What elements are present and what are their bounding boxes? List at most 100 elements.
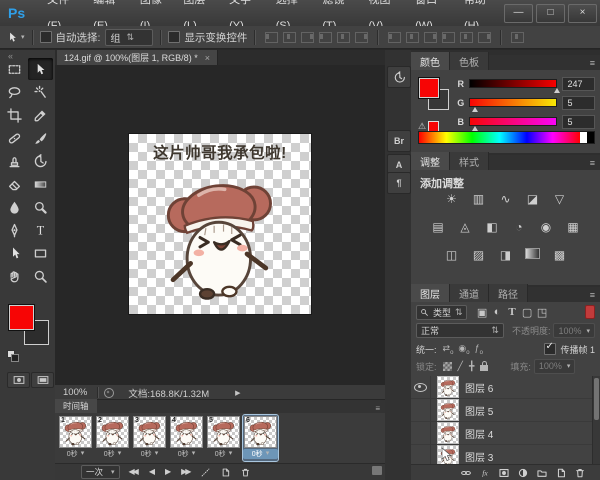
blur-tool[interactable]: [2, 196, 27, 218]
channel-value[interactable]: 5: [562, 114, 595, 129]
link-icon[interactable]: [460, 467, 472, 479]
default-colors-icon[interactable]: [7, 350, 19, 362]
hand-tool[interactable]: [2, 265, 27, 287]
panel-menu-icon[interactable]: ≡: [375, 404, 385, 413]
gradient-map-icon[interactable]: [524, 248, 541, 262]
selective-color-icon[interactable]: ▩: [551, 248, 568, 262]
zoom-tool[interactable]: [28, 265, 53, 287]
adjustments-tab[interactable]: 调整: [411, 152, 450, 170]
panel-menu-icon[interactable]: ≡: [590, 290, 600, 302]
curves-icon[interactable]: ∿: [497, 192, 514, 206]
eraser-tool[interactable]: [2, 173, 27, 195]
first-frame-button[interactable]: ◀◀: [129, 467, 139, 477]
lasso-tool[interactable]: [2, 81, 27, 103]
filter-toggle[interactable]: [585, 305, 595, 319]
hue-saturation-icon[interactable]: ▤: [430, 220, 447, 234]
foreground-color-swatch[interactable]: [418, 77, 440, 99]
layer-name[interactable]: 图层 3: [465, 449, 493, 464]
magic-wand-tool[interactable]: [28, 81, 53, 103]
mask-icon[interactable]: [498, 467, 510, 479]
frame-duration[interactable]: 0秒 ▾: [243, 449, 278, 459]
black-white-icon[interactable]: ◧: [484, 220, 501, 234]
foreground-color-swatch[interactable]: [8, 304, 35, 331]
layer-row[interactable]: 图层 5: [411, 399, 593, 422]
unify-position-icon[interactable]: ⇄o: [443, 343, 454, 356]
layer-thumbnail[interactable]: [437, 422, 459, 444]
unify-visibility-icon[interactable]: ◉o: [458, 343, 469, 356]
dodge-tool[interactable]: [28, 196, 53, 218]
next-frame-button[interactable]: ▶▶: [181, 467, 191, 477]
layer-row[interactable]: 图层 4: [411, 422, 593, 445]
screen-mode-button[interactable]: [31, 372, 54, 388]
exposure-icon[interactable]: ◪: [524, 192, 541, 206]
canvas[interactable]: 这片帅哥我承包啦!: [129, 134, 311, 314]
frame-duration[interactable]: 0秒 ▾: [206, 449, 241, 459]
delete-icon[interactable]: [574, 467, 586, 479]
eyedropper-tool[interactable]: [28, 104, 53, 126]
layer-row[interactable]: 图层 6: [411, 376, 593, 399]
new-layer-icon[interactable]: [555, 467, 567, 479]
healing-brush-tool[interactable]: [2, 127, 27, 149]
tab-close-icon[interactable]: ×: [205, 53, 210, 63]
adjustment-icon[interactable]: [517, 467, 529, 479]
path-selection-tool[interactable]: [2, 242, 27, 264]
channel-slider[interactable]: [469, 117, 558, 131]
adjustment-layer-filter-icon[interactable]: ◐: [490, 306, 505, 319]
type-layer-filter-icon[interactable]: T: [505, 306, 520, 319]
smart-object-filter-icon[interactable]: ◳: [535, 306, 550, 319]
brush-tool[interactable]: [28, 127, 53, 149]
layer-thumbnail[interactable]: [437, 376, 459, 398]
panel-menu-icon[interactable]: ≡: [590, 158, 600, 170]
panel-menu-icon[interactable]: ≡: [590, 58, 600, 70]
layers-tab[interactable]: 路径: [489, 284, 528, 302]
animation-frame-6[interactable]: 6 0秒 ▾: [242, 414, 279, 462]
move-tool[interactable]: [28, 58, 53, 80]
toolbar-collapse-chevron[interactable]: «: [8, 51, 13, 61]
paragraph-panel-icon[interactable]: ¶: [387, 172, 411, 194]
mini-bridge-panel-icon[interactable]: Br: [387, 130, 411, 152]
rectangle-shape-tool[interactable]: [28, 242, 53, 264]
group-icon[interactable]: [536, 467, 548, 479]
frame-thumbnail[interactable]: 3: [133, 416, 166, 448]
shape-layer-filter-icon[interactable]: ▢: [520, 306, 535, 319]
gradient-tool[interactable]: [28, 173, 53, 195]
layer-name[interactable]: 图层 4: [465, 426, 493, 441]
visibility-toggle[interactable]: [411, 376, 431, 398]
minimize-button[interactable]: —: [504, 3, 533, 23]
status-flyout-arrow[interactable]: ▶: [235, 389, 240, 397]
frame-duration[interactable]: 0秒 ▾: [58, 449, 93, 459]
animation-frame-1[interactable]: 1 0秒 ▾: [58, 415, 93, 461]
channel-slider[interactable]: [469, 98, 558, 112]
slider-marker-icon[interactable]: [553, 88, 560, 93]
animation-frame-3[interactable]: 3 0秒 ▾: [132, 415, 167, 461]
lock-transparency-icon[interactable]: [442, 361, 452, 371]
layer-name[interactable]: 图层 5: [465, 403, 493, 418]
color-tab[interactable]: 颜色: [411, 52, 450, 70]
channel-mixer-icon[interactable]: ◉: [538, 220, 555, 234]
vibrance-icon[interactable]: ▽: [551, 192, 568, 206]
layer-thumbnail[interactable]: [437, 399, 459, 421]
pen-tool[interactable]: [2, 219, 27, 241]
brightness-contrast-icon[interactable]: ☀: [443, 192, 460, 206]
slider-marker-icon[interactable]: [472, 107, 479, 112]
layers-tab[interactable]: 通道: [450, 284, 489, 302]
blend-mode-dropdown[interactable]: 正常 ⇅: [416, 323, 504, 338]
layer-name[interactable]: 图层 6: [465, 380, 493, 395]
invert-icon[interactable]: ◫: [443, 248, 460, 262]
close-button[interactable]: ×: [568, 3, 597, 23]
posterize-icon[interactable]: ▨: [470, 248, 487, 262]
timeline-scrollbar[interactable]: [372, 466, 382, 475]
duplicate-frame-button[interactable]: [220, 467, 231, 478]
delete-frame-button[interactable]: [240, 467, 251, 478]
auto-select-dropdown[interactable]: 组 ⇅: [105, 28, 154, 46]
levels-icon[interactable]: ▥: [470, 192, 487, 206]
lock-pixels-icon[interactable]: ╱: [458, 361, 463, 372]
maximize-button[interactable]: □: [536, 3, 565, 23]
crop-tool[interactable]: [2, 104, 27, 126]
fx-icon[interactable]: fx: [479, 467, 491, 479]
threshold-icon[interactable]: ◨: [497, 248, 514, 262]
frame-thumbnail[interactable]: 1: [59, 416, 92, 448]
color-tab[interactable]: 色板: [450, 52, 489, 70]
visibility-toggle[interactable]: [411, 422, 431, 444]
clone-stamp-tool[interactable]: [2, 150, 27, 172]
